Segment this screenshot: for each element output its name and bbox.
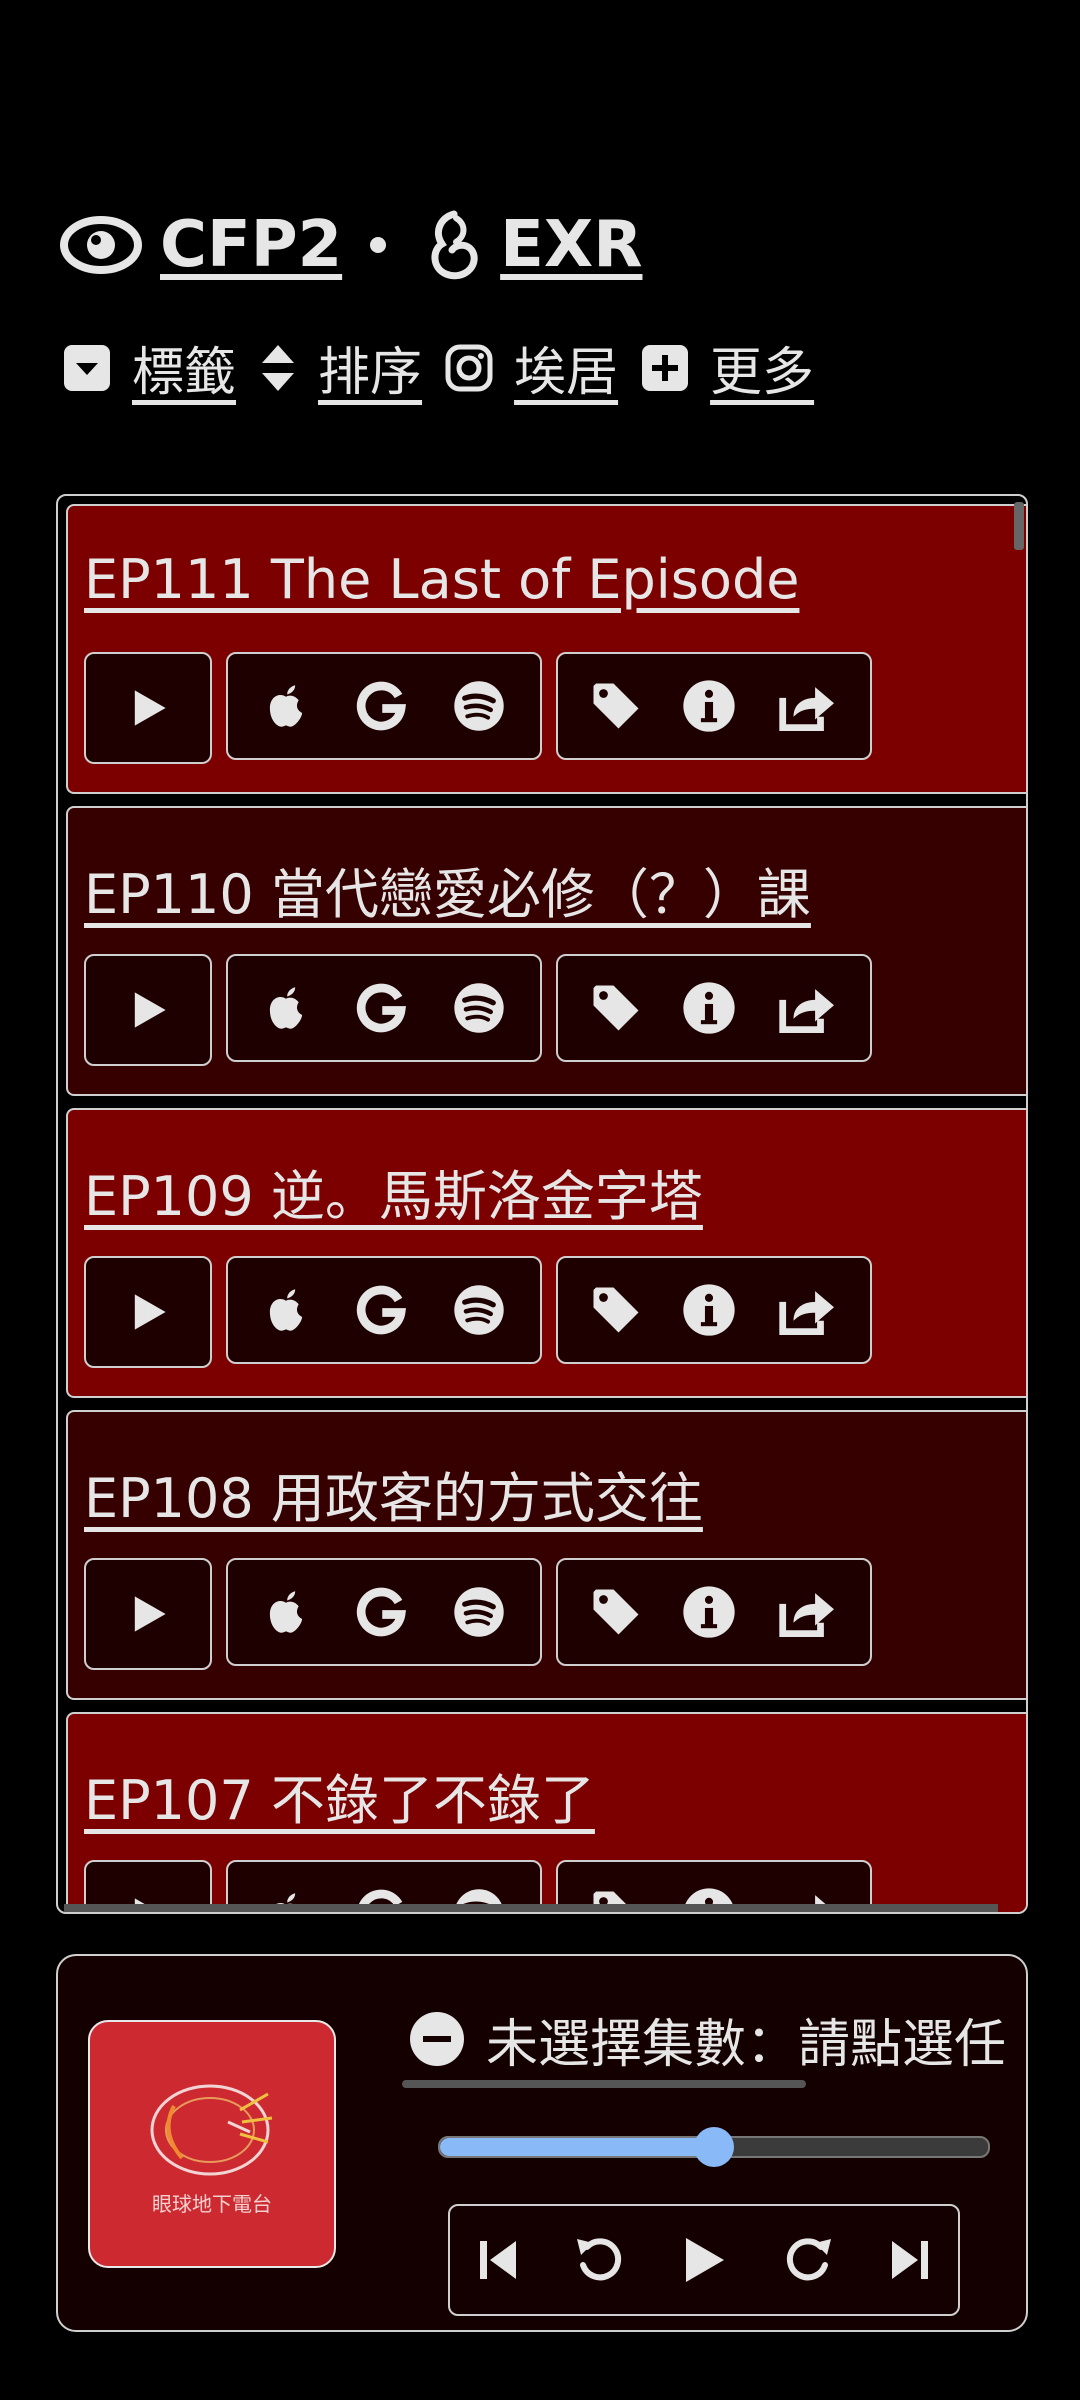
sort-label[interactable]: 排序 [318, 330, 422, 405]
episode-title[interactable]: EP108 用政客的方式交往 [84, 1454, 703, 1533]
minus-circle-icon[interactable] [408, 2010, 466, 2068]
spotify-icon[interactable] [453, 680, 505, 732]
episode-actions [556, 1256, 872, 1364]
now-playing-text: 未選擇集數：請點選任一集數 [486, 2014, 1008, 2075]
play-episode-button[interactable] [84, 1256, 212, 1368]
instagram-icon [444, 343, 494, 393]
tags-label[interactable]: 標籤 [132, 330, 236, 405]
tag-icon[interactable] [591, 1587, 641, 1637]
volume-knob[interactable] [694, 2127, 734, 2167]
tag-icon[interactable] [591, 681, 641, 731]
brand-exr-link[interactable]: EXR [500, 208, 642, 282]
skip-back-icon[interactable] [476, 2237, 520, 2283]
list-horizontal-scrollbar[interactable] [64, 1904, 998, 1912]
share-icon[interactable] [777, 679, 837, 733]
cover-text: 眼球地下電台 [152, 2192, 272, 2216]
episode-actions [556, 954, 872, 1062]
instagram-label[interactable]: 埃居 [514, 330, 618, 405]
episode-item: EP111 The Last of Episode [66, 504, 1026, 794]
apple-podcasts-icon[interactable] [263, 985, 309, 1031]
title-scroll-bar [402, 2080, 806, 2088]
info-icon[interactable] [682, 1585, 736, 1639]
platform-links [226, 1256, 542, 1364]
forward-icon[interactable] [781, 2233, 835, 2287]
google-podcasts-icon[interactable] [356, 1587, 406, 1637]
episode-title[interactable]: EP110 當代戀愛必修（？）課 [84, 850, 811, 929]
site-header: CFP2 EXR [60, 200, 642, 290]
google-podcasts-icon[interactable] [356, 681, 406, 731]
spotify-icon[interactable] [453, 1586, 505, 1638]
platform-links [226, 954, 542, 1062]
episode-item: EP110 當代戀愛必修（？）課 [66, 806, 1026, 1096]
eye-icon [60, 214, 142, 276]
audio-player: 眼球地下電台 未選擇集數：請點選任一集數 [56, 1954, 1028, 2332]
caret-square-down-icon [62, 343, 112, 393]
rewind-icon[interactable] [573, 2233, 627, 2287]
play-icon [126, 988, 170, 1032]
episode-item: EP108 用政客的方式交往 [66, 1410, 1026, 1700]
share-icon[interactable] [777, 1283, 837, 1337]
play-episode-button[interactable] [84, 652, 212, 764]
more-label[interactable]: 更多 [710, 330, 814, 405]
google-podcasts-icon[interactable] [356, 983, 406, 1033]
episode-list[interactable]: EP111 The Last of Episode EP110 當代戀愛必修（？… [56, 494, 1028, 1914]
platform-links [226, 1558, 542, 1666]
play-episode-button[interactable] [84, 954, 212, 1066]
platform-links [226, 652, 542, 760]
episode-title[interactable]: EP111 The Last of Episode [84, 548, 799, 611]
spotify-icon[interactable] [453, 982, 505, 1034]
audible-icon [426, 208, 482, 282]
sort-icon [258, 341, 298, 395]
list-scrollbar[interactable] [1014, 502, 1024, 550]
play-icon [126, 686, 170, 730]
brand-cfp2-link[interactable]: CFP2 [160, 208, 342, 282]
play-icon[interactable] [680, 2234, 728, 2286]
info-icon[interactable] [682, 981, 736, 1035]
now-playing: 未選擇集數：請點選任一集數 [408, 2004, 1008, 2074]
play-icon [126, 1592, 170, 1636]
episode-actions [556, 652, 872, 760]
google-podcasts-icon[interactable] [356, 1285, 406, 1335]
apple-podcasts-icon[interactable] [263, 683, 309, 729]
brand-exr[interactable]: EXR [426, 208, 642, 282]
episode-item: EP109 逆。馬斯洛金字塔 [66, 1108, 1026, 1398]
tags-button[interactable]: 標籤 [62, 330, 236, 405]
spotify-icon[interactable] [453, 1284, 505, 1336]
podcast-cover: 眼球地下電台 [88, 2020, 336, 2268]
playback-controls [448, 2204, 960, 2316]
episode-item: EP107 不錄了不錄了 [66, 1712, 1026, 1912]
tag-icon[interactable] [591, 1285, 641, 1335]
apple-podcasts-icon[interactable] [263, 1287, 309, 1333]
episode-actions [556, 1558, 872, 1666]
volume-fill [440, 2138, 714, 2156]
volume-slider[interactable] [438, 2127, 990, 2167]
eye-logo-icon [150, 2084, 273, 2176]
info-icon[interactable] [682, 679, 736, 733]
brand-cfp2[interactable]: CFP2 [60, 208, 342, 282]
toolbar: 標籤 排序 埃居 更多 [62, 330, 836, 405]
sort-button[interactable]: 排序 [258, 330, 422, 405]
apple-podcasts-icon[interactable] [263, 1589, 309, 1635]
episode-title[interactable]: EP107 不錄了不錄了 [84, 1756, 595, 1835]
share-icon[interactable] [777, 981, 837, 1035]
skip-forward-icon[interactable] [888, 2237, 932, 2283]
tag-icon[interactable] [591, 983, 641, 1033]
more-button[interactable]: 更多 [640, 330, 814, 405]
play-icon [126, 1290, 170, 1334]
plus-square-icon [640, 343, 690, 393]
info-icon[interactable] [682, 1283, 736, 1337]
share-icon[interactable] [777, 1585, 837, 1639]
separator-dot [370, 237, 387, 253]
episode-title[interactable]: EP109 逆。馬斯洛金字塔 [84, 1152, 703, 1231]
play-episode-button[interactable] [84, 1558, 212, 1670]
instagram-button[interactable]: 埃居 [444, 330, 618, 405]
